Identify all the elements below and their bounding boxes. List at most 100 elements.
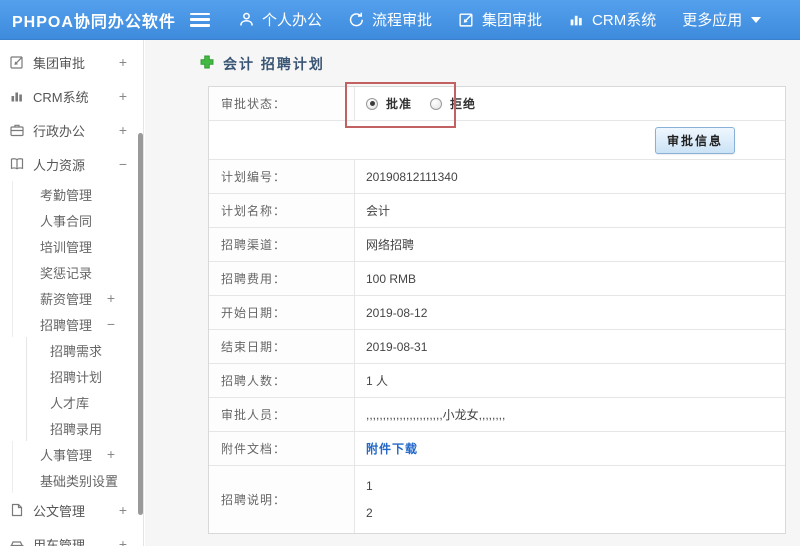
sidebar-item-recruit-plan[interactable]: 招聘计划	[26, 363, 143, 389]
sidebar-item-label: 薪资管理	[40, 291, 93, 307]
app-window: PHPOA协同办公软件 个人办公 流程审批 集团审批 CRM系统 更多应用 集团…	[0, 0, 800, 546]
row-headcount: 招聘人数： 1 人	[209, 363, 785, 397]
nav-label: 更多应用	[682, 12, 743, 29]
radio-approve[interactable]	[366, 97, 378, 110]
sidebar-item-group-approval[interactable]: 集团审批 +	[0, 45, 143, 79]
sidebar-item-label: 招聘管理	[40, 317, 93, 333]
app-logo: PHPOA协同办公软件	[12, 13, 176, 31]
field-value: 2019-08-12	[366, 305, 428, 320]
main-content: 会计 招聘计划 审批状态： 批准 拒绝 审批信息 计划编号： 201908121…	[145, 40, 800, 546]
radio-approve-label[interactable]: 批准	[386, 95, 412, 112]
field-value: 会计	[366, 204, 391, 218]
field-label: 招聘说明：	[209, 466, 355, 533]
sidebar-item-vehicle-mgmt[interactable]: 用车管理 +	[0, 527, 143, 546]
sidebar-item-label: 考勤管理	[40, 187, 93, 203]
sidebar-item-base-category-settings[interactable]: 基础类别设置 +	[12, 467, 143, 493]
sidebar-scrollbar[interactable]	[138, 133, 143, 515]
sidebar-item-document-mgmt[interactable]: 公文管理 +	[0, 493, 143, 527]
caret-down-icon[interactable]	[751, 16, 762, 23]
top-nav: 个人办公 流程审批 集团审批 CRM系统 更多应用	[238, 9, 762, 30]
sidebar-item-label: 人事管理	[40, 447, 93, 463]
car-icon	[9, 536, 26, 546]
recruit-plan-form: 审批状态： 批准 拒绝 审批信息 计划编号： 20190812111340 计划…	[208, 86, 786, 534]
sidebar-item-attendance-mgmt[interactable]: 考勤管理	[12, 181, 143, 207]
field-value: 1 人	[366, 374, 389, 388]
field-label: 审批人员：	[209, 398, 355, 431]
row-approve-action: 审批信息	[209, 120, 785, 159]
field-value: 2019-08-31	[366, 339, 428, 354]
briefcase-icon	[9, 122, 26, 139]
expand-toggle[interactable]: +	[107, 290, 115, 306]
nav-item-group-approval[interactable]: 集团审批	[458, 9, 542, 30]
nav-label: 个人办公	[262, 12, 323, 29]
sidebar-item-talent-pool[interactable]: 人才库	[26, 389, 143, 415]
sidebar-item-label: 奖惩记录	[40, 265, 93, 281]
page-title-row: 会计 招聘计划	[200, 54, 325, 74]
expand-toggle[interactable]: +	[107, 446, 115, 462]
radio-reject[interactable]	[430, 97, 443, 110]
sidebar-item-recruit-demand[interactable]: 招聘需求	[26, 337, 143, 363]
sidebar-item-label: 培训管理	[40, 239, 93, 255]
sidebar-item-label: 招聘录用	[50, 421, 103, 437]
book-icon	[9, 156, 26, 173]
sidebar-item-label: 人力资源	[33, 157, 86, 173]
field-label: 招聘人数：	[209, 364, 355, 397]
nav-item-personal-office[interactable]: 个人办公	[238, 9, 322, 30]
approve-info-button[interactable]: 审批信息	[654, 126, 735, 154]
sidebar-item-recruit-mgmt[interactable]: 招聘管理 −	[12, 311, 143, 337]
sidebar-item-human-resources[interactable]: 人力资源 −	[0, 147, 143, 181]
nav-item-more-apps[interactable]: 更多应用	[682, 9, 762, 30]
top-navigation-bar: PHPOA协同办公软件 个人办公 流程审批 集团审批 CRM系统 更多应用	[0, 0, 800, 40]
sidebar-item-personnel-mgmt[interactable]: 人事管理 +	[12, 441, 143, 467]
row-attachment: 附件文档： 附件下载	[209, 431, 785, 465]
sidebar-item-label: 招聘计划	[50, 369, 103, 385]
sidebar-item-training-mgmt[interactable]: 培训管理	[12, 233, 143, 259]
collapse-toggle[interactable]: −	[107, 316, 115, 332]
nav-label: 流程审批	[372, 12, 433, 29]
collapse-toggle[interactable]: −	[119, 156, 127, 172]
sidebar-item-admin-office[interactable]: 行政办公 +	[0, 113, 143, 147]
expand-toggle[interactable]: +	[119, 502, 127, 518]
sidebar-item-label: 招聘需求	[50, 343, 103, 359]
approval-status-radio-group: 批准 拒绝	[366, 95, 486, 112]
sidebar-item-reward-punishment[interactable]: 奖惩记录	[12, 259, 143, 285]
sidebar-item-label: 公文管理	[33, 503, 86, 519]
row-recruit-cost: 招聘费用： 100 RMB	[209, 261, 785, 295]
row-start-date: 开始日期： 2019-08-12	[209, 295, 785, 329]
sidebar: 集团审批 + CRM系统 + 行政办公 + 人力资源 − 考勤管理 人事合同 培…	[0, 40, 144, 546]
expand-toggle[interactable]: +	[107, 472, 115, 488]
row-approval-status: 审批状态： 批准 拒绝	[209, 87, 785, 120]
sidebar-item-hr-contract[interactable]: 人事合同	[12, 207, 143, 233]
sidebar-item-crm-system[interactable]: CRM系统 +	[0, 79, 143, 113]
menu-icon[interactable]	[190, 12, 210, 27]
field-value: 1 2	[366, 478, 373, 520]
attachment-download-link[interactable]: 附件下载	[366, 440, 418, 457]
field-label: 审批状态：	[209, 87, 355, 120]
field-label: 计划编号：	[209, 160, 355, 193]
expand-toggle[interactable]: +	[119, 88, 127, 104]
expand-toggle[interactable]: +	[119, 536, 127, 546]
sidebar-item-recruit-hire[interactable]: 招聘录用	[26, 415, 143, 441]
history-icon	[348, 11, 365, 28]
nav-label: 集团审批	[482, 12, 543, 29]
row-plan-number: 计划编号： 20190812111340	[209, 159, 785, 193]
chart-icon	[9, 88, 26, 105]
expand-toggle[interactable]: +	[119, 122, 127, 138]
field-label: 招聘渠道：	[209, 228, 355, 261]
field-value: 网络招聘	[366, 238, 415, 252]
radio-reject-label[interactable]: 拒绝	[450, 95, 476, 112]
expand-toggle[interactable]: +	[119, 54, 127, 70]
edit-icon	[9, 54, 26, 71]
document-icon	[9, 502, 26, 519]
nav-item-crm-system[interactable]: CRM系统	[568, 9, 656, 30]
user-icon	[238, 11, 255, 28]
sidebar-item-label: 人才库	[50, 395, 90, 411]
nav-item-workflow-approval[interactable]: 流程审批	[348, 9, 432, 30]
sidebar-item-label: 人事合同	[40, 213, 93, 229]
sidebar-item-label: 集团审批	[33, 55, 86, 71]
field-label: 附件文档：	[209, 432, 355, 465]
sidebar-item-salary-mgmt[interactable]: 薪资管理 +	[12, 285, 143, 311]
field-label: 结束日期：	[209, 330, 355, 363]
field-value: 100 RMB	[366, 271, 417, 286]
field-label: 计划名称：	[209, 194, 355, 227]
